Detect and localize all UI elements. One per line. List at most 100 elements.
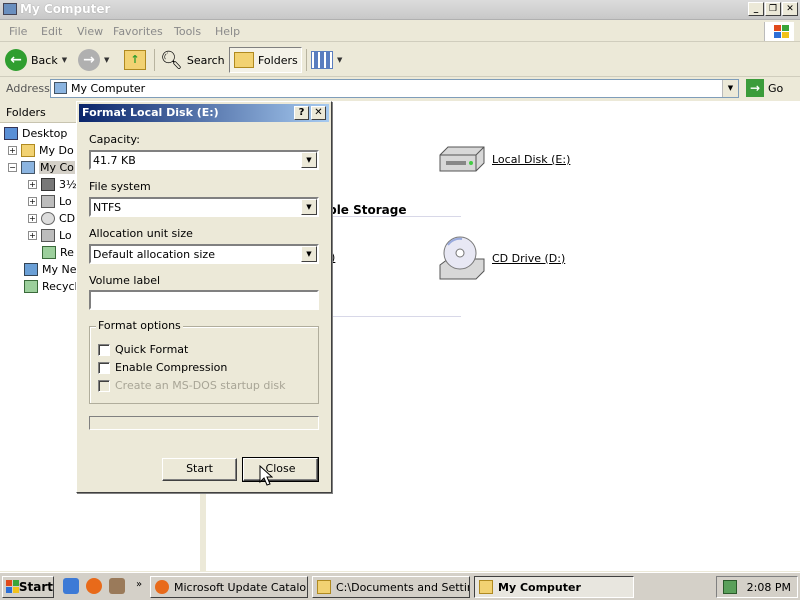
clock[interactable]: 2:08 PM [747,581,791,594]
hard-disk-icon [41,195,55,208]
capacity-select[interactable]: 41.7 KB ▼ [89,150,319,170]
back-dropdown-icon[interactable]: ▼ [62,56,67,64]
back-button[interactable]: ← Back ▼ [5,47,67,73]
menu-bar: File Edit View Favorites Tools Help [0,21,800,42]
folders-label: Folders [258,53,298,67]
drive-local-disk-e[interactable]: Local Disk (E:) [438,145,570,173]
tree-label: Desktop [22,127,68,140]
tree-item-floppy[interactable]: + 3½ [28,176,77,193]
start-button-taskbar[interactable]: Start [2,576,54,598]
volume-label-label: Volume label [89,274,161,287]
expand-icon[interactable]: + [28,214,37,223]
search-button[interactable]: 🔍︎ Search [160,47,225,73]
expand-icon[interactable]: + [28,180,37,189]
folder-icon [234,52,254,68]
start-button[interactable]: Start [162,458,237,481]
desktop-icon [4,127,18,140]
up-folder-button[interactable]: ↑ [124,47,146,73]
taskbar: Start » Microsoft Update Catalo... C:\Do… [0,572,800,600]
address-label: Address [6,82,50,95]
search-icon: 🔍︎ [160,49,183,71]
views-button[interactable]: ▼ [311,47,342,73]
drive-label: CD Drive (D:) [492,251,566,265]
allocation-select[interactable]: Default allocation size ▼ [89,244,319,264]
views-icon [311,51,333,69]
expand-icon[interactable]: + [8,146,17,155]
views-dropdown-icon[interactable]: ▼ [337,56,342,64]
firefox-icon[interactable] [86,578,102,594]
expand-icon[interactable]: + [28,197,37,206]
folder-icon [479,580,493,594]
show-desktop-icon[interactable] [63,578,79,594]
tree-label: My Do [39,144,74,157]
folder-icon [317,580,331,594]
tree-item-local-disk-e[interactable]: + Lo [28,227,72,244]
menu-view[interactable]: View [77,25,103,38]
window-titlebar: My Computer _ ❐ ✕ [0,0,800,20]
start-label: Start [18,580,53,594]
dialog-titlebar: Format Local Disk (E:) ? ✕ [79,104,329,122]
task-label: Microsoft Update Catalo... [174,580,308,594]
folders-button[interactable]: Folders [229,47,302,73]
tree-item-my-network[interactable]: My Ne [24,261,77,278]
restore-button[interactable]: ❐ [765,2,781,16]
help-button[interactable]: ? [294,106,309,120]
format-dialog: Format Local Disk (E:) ? ✕ Capacity: 41.… [76,101,332,493]
go-arrow-icon: → [746,79,764,97]
media-icon[interactable] [109,578,125,594]
menu-edit[interactable]: Edit [41,25,62,38]
taskbar-item-microsoft-update[interactable]: Microsoft Update Catalo... [150,576,308,598]
chevron-down-icon[interactable]: ▼ [301,152,317,168]
tree-item-my-computer[interactable]: − My Co [8,159,75,176]
chevron-right-icon[interactable]: » [136,579,142,590]
minimize-button[interactable]: _ [748,2,764,16]
forward-dropdown-icon[interactable]: ▼ [104,56,109,64]
menu-tools[interactable]: Tools [174,25,201,38]
drive-cd-d[interactable]: CD Drive (D:) [438,235,565,281]
tree-item-local-disk-c[interactable]: + Lo [28,193,72,210]
filesystem-select[interactable]: NTFS ▼ [89,197,319,217]
volume-label-input[interactable] [89,290,319,310]
address-dropdown-icon[interactable]: ▼ [722,80,738,97]
chevron-down-icon[interactable]: ▼ [301,246,317,262]
up-folder-icon: ↑ [124,50,146,70]
cd-drive-icon [41,212,55,225]
dialog-close-button[interactable]: ✕ [311,106,326,120]
checkbox-box[interactable] [98,343,110,356]
msdos-startup-checkbox: Create an MS-DOS startup disk [98,379,286,392]
tree-item-recycle-bin-sub[interactable]: Re [42,244,74,261]
task-label: My Computer [498,580,581,594]
menu-help[interactable]: Help [215,25,240,38]
computer-icon [54,82,67,94]
quick-format-checkbox[interactable]: Quick Format [98,343,188,356]
allocation-value: Default allocation size [93,248,215,261]
back-label: Back [31,53,58,67]
address-input[interactable]: My Computer ▼ [50,79,739,98]
chevron-down-icon[interactable]: ▼ [301,199,317,215]
tree-item-my-documents[interactable]: + My Do [8,142,74,159]
checkbox-box[interactable] [98,361,110,374]
menu-favorites[interactable]: Favorites [113,25,163,38]
tree-item-cd-drive[interactable]: + CD [28,210,75,227]
enable-compression-checkbox[interactable]: Enable Compression [98,361,227,374]
network-tray-icon[interactable] [722,580,737,594]
dialog-title: Format Local Disk (E:) [82,106,219,119]
tree-item-desktop[interactable]: Desktop [4,125,67,142]
close-button[interactable]: Close [242,457,319,482]
system-tray: 2:08 PM [716,576,798,598]
capacity-value: 41.7 KB [93,154,136,167]
taskbar-item-my-computer[interactable]: My Computer [474,576,634,598]
close-window-button[interactable]: ✕ [782,2,798,16]
back-arrow-icon: ← [5,49,27,71]
format-options-title: Format options [96,319,183,332]
collapse-icon[interactable]: − [8,163,17,172]
forward-button[interactable]: → ▼ [78,47,109,73]
cd-drive-icon [439,236,485,280]
taskbar-item-documents[interactable]: C:\Documents and Settin... [312,576,470,598]
go-button[interactable]: → Go [746,79,783,97]
tree-label: Recycl [42,280,78,293]
menu-file[interactable]: File [9,25,27,38]
expand-icon[interactable]: + [28,231,37,240]
computer-icon [21,161,35,174]
tree-item-recycle-bin[interactable]: Recycl [24,278,78,295]
